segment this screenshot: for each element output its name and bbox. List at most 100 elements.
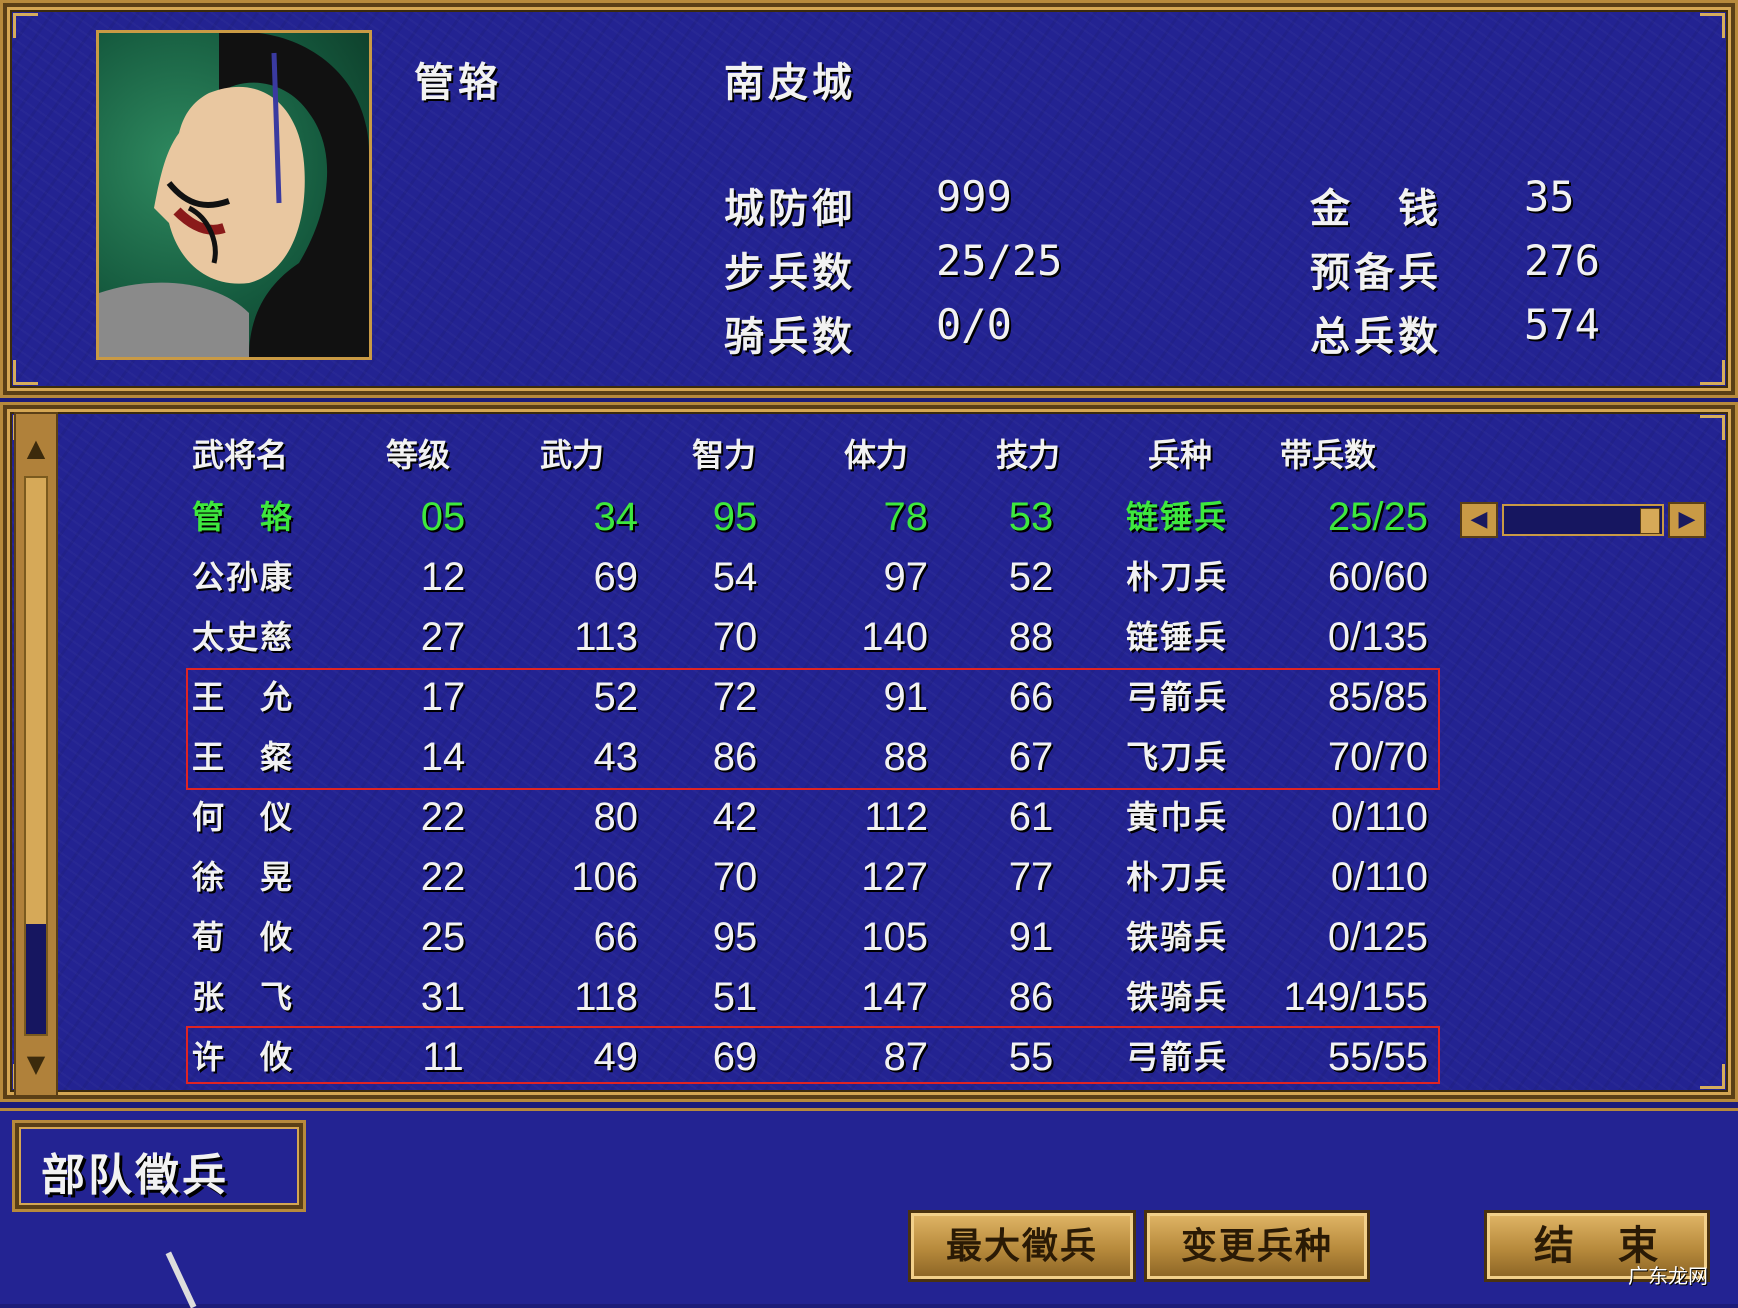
infantry-value: 25/25 xyxy=(936,236,1063,285)
infantry-label: 步兵数 xyxy=(724,249,856,296)
cell-level: 31 xyxy=(420,975,466,1019)
cell-type: 链锤兵 xyxy=(1126,618,1229,656)
change-troop-type-button[interactable]: 变更兵种 xyxy=(1144,1210,1370,1282)
cell-int: 51 xyxy=(712,975,758,1019)
highlight-box xyxy=(186,668,1440,790)
cell-troops: 0/125 xyxy=(1327,915,1428,959)
table-row[interactable]: 张 飞 31 118 51 147 86 铁骑兵 149/155 xyxy=(170,970,1428,1024)
table-row[interactable]: 太史慈 27 113 70 140 88 链锤兵 0/135 xyxy=(170,610,1428,664)
cell-level: 05 xyxy=(420,495,466,539)
header-type: 兵种 xyxy=(1148,436,1213,474)
max-recruit-button[interactable]: 最大徵兵 xyxy=(908,1210,1136,1282)
cell-name: 何 仪 xyxy=(192,798,295,836)
gold-label: 金 钱 xyxy=(1310,185,1442,232)
highlight-box xyxy=(186,1026,1440,1084)
total-troops-value: 574 xyxy=(1524,300,1600,349)
cavalry-value: 0/0 xyxy=(936,300,1012,349)
cell-type: 铁骑兵 xyxy=(1126,918,1229,956)
cell-type: 朴刀兵 xyxy=(1126,558,1229,596)
troop-adjust-slider[interactable]: ◀ ▶ xyxy=(1460,502,1706,538)
scroll-up-arrow-icon[interactable]: ▲ xyxy=(24,428,48,468)
slider-thumb[interactable] xyxy=(1640,508,1660,534)
cell-str: 118 xyxy=(574,975,638,1019)
scroll-down-arrow-icon[interactable]: ▼ xyxy=(24,1044,48,1084)
corner-ornament xyxy=(13,13,38,38)
cell-type: 朴刀兵 xyxy=(1126,858,1229,896)
general-name: 管辂 xyxy=(414,59,502,106)
portrait-image xyxy=(99,33,369,357)
cell-troops: 25/25 xyxy=(1327,495,1428,539)
total-troops-label: 总兵数 xyxy=(1310,313,1442,360)
cell-level: 22 xyxy=(420,855,466,899)
cell-hp: 78 xyxy=(883,495,929,539)
scroll-track-empty xyxy=(26,924,46,1034)
cell-int: 95 xyxy=(712,495,758,539)
corner-ornament xyxy=(1700,415,1725,440)
cell-type: 链锤兵 xyxy=(1126,498,1229,536)
reserve-troops-value: 276 xyxy=(1524,236,1600,285)
corner-ornament xyxy=(1700,13,1725,38)
header-str: 武力 xyxy=(540,436,605,474)
cell-hp: 140 xyxy=(861,615,928,659)
cell-str: 106 xyxy=(571,855,638,899)
cell-name: 张 飞 xyxy=(192,978,295,1016)
cell-type: 铁骑兵 xyxy=(1126,978,1229,1016)
cell-str: 80 xyxy=(593,795,639,839)
cell-hp: 127 xyxy=(861,855,928,899)
table-row[interactable]: 管 辂 05 34 95 78 53 链锤兵 25/25 xyxy=(170,490,1428,544)
cell-troops: 0/135 xyxy=(1327,615,1428,659)
table-row[interactable]: 荀 攸 25 66 95 105 91 铁骑兵 0/125 xyxy=(170,910,1428,964)
table-row[interactable]: 何 仪 22 80 42 112 61 黄巾兵 0/110 xyxy=(170,790,1428,844)
gold-value: 35 xyxy=(1524,172,1575,221)
cell-int: 42 xyxy=(712,795,758,839)
header-skill: 技力 xyxy=(996,436,1061,474)
section-title-box: 部队徵兵 xyxy=(12,1120,306,1212)
cell-troops: 149/155 xyxy=(1283,975,1428,1019)
slider-track[interactable] xyxy=(1502,504,1664,536)
slider-right-arrow-icon[interactable]: ▶ xyxy=(1668,502,1706,538)
cell-str: 66 xyxy=(593,915,639,959)
cell-skill: 91 xyxy=(1008,915,1054,959)
cell-int: 70 xyxy=(712,615,758,659)
cell-hp: 97 xyxy=(883,555,929,599)
cell-level: 25 xyxy=(420,915,466,959)
cell-skill: 86 xyxy=(1008,975,1054,1019)
cell-level: 12 xyxy=(420,555,466,599)
header-level: 等级 xyxy=(386,436,451,474)
cell-troops: 0/110 xyxy=(1330,855,1428,899)
cell-name: 公孙康 xyxy=(192,558,295,596)
cell-int: 70 xyxy=(712,855,758,899)
city-defense-label: 城防御 xyxy=(724,185,856,232)
watermark: 广东龙网 xyxy=(1628,1264,1708,1288)
cell-name: 太史慈 xyxy=(192,618,295,656)
table-row[interactable]: 徐 晃 22 106 70 127 77 朴刀兵 0/110 xyxy=(170,850,1428,904)
header-hp: 体力 xyxy=(844,436,909,474)
cell-str: 113 xyxy=(574,615,638,659)
cell-skill: 52 xyxy=(1008,555,1054,599)
cell-skill: 77 xyxy=(1008,855,1054,899)
cell-level: 27 xyxy=(420,615,466,659)
cell-int: 95 xyxy=(712,915,758,959)
general-portrait xyxy=(96,30,372,360)
cell-level: 22 xyxy=(420,795,466,839)
cell-skill: 61 xyxy=(1008,795,1054,839)
list-vertical-scrollbar[interactable]: ▲ ▼ xyxy=(14,412,58,1097)
cell-skill: 88 xyxy=(1008,615,1054,659)
cell-name: 荀 攸 xyxy=(192,918,295,956)
slider-left-arrow-icon[interactable]: ◀ xyxy=(1460,502,1498,538)
cell-int: 54 xyxy=(712,555,758,599)
cavalry-label: 骑兵数 xyxy=(724,313,856,360)
header-troops: 带兵数 xyxy=(1280,436,1377,474)
corner-ornament xyxy=(1700,360,1725,385)
reserve-troops-label: 预备兵 xyxy=(1310,249,1442,296)
table-row[interactable]: 公孙康 12 69 54 97 52 朴刀兵 60/60 xyxy=(170,550,1428,604)
scroll-track[interactable] xyxy=(24,476,48,1036)
header-name: 武将名 xyxy=(192,436,289,474)
cell-str: 34 xyxy=(593,495,639,539)
cell-type: 黄巾兵 xyxy=(1126,798,1229,836)
cell-name: 徐 晃 xyxy=(192,858,295,896)
cell-name: 管 辂 xyxy=(192,498,295,536)
cell-str: 69 xyxy=(593,555,639,599)
cell-skill: 53 xyxy=(1008,495,1054,539)
section-title: 部队徵兵 xyxy=(41,1150,229,1201)
